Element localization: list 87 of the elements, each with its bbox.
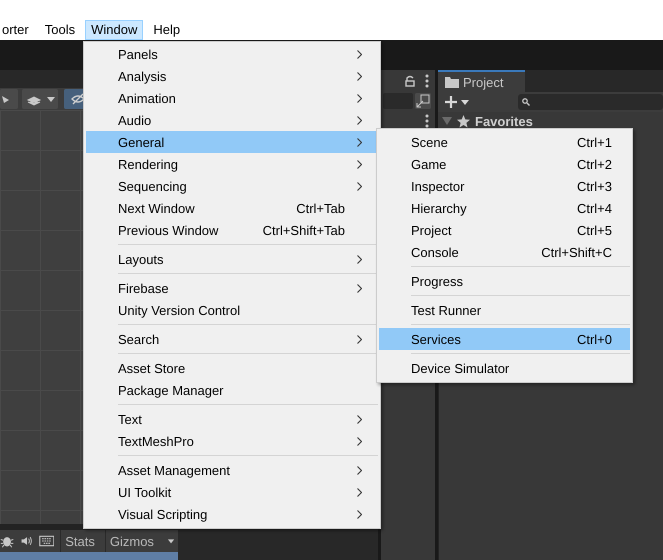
- menu-item[interactable]: Asset Management: [86, 459, 378, 481]
- menu-item-label: Test Runner: [411, 302, 482, 318]
- keyboard-icon[interactable]: [38, 534, 54, 548]
- menu-item[interactable]: Analysis: [86, 65, 378, 87]
- menu-item-label: Asset Management: [118, 462, 232, 478]
- shortcut-label: Ctrl+3: [576, 178, 612, 194]
- shortcut-label: Ctrl+4: [576, 200, 612, 216]
- menu-item[interactable]: Previous Window Ctrl+Shift+Tab: [86, 219, 378, 241]
- menu-item-label: Animation: [118, 90, 177, 106]
- menu-item[interactable]: General: [86, 131, 378, 153]
- menu-item[interactable]: Test Runner: [379, 299, 630, 321]
- menu-item[interactable]: Game Ctrl+2: [379, 153, 630, 175]
- menu-item[interactable]: TextMeshPro: [86, 430, 378, 452]
- menu-bar-item[interactable]: Tools: [38, 20, 82, 40]
- menu-item[interactable]: Rendering: [86, 153, 378, 175]
- layers-icon[interactable]: [22, 89, 58, 109]
- lock-icon[interactable]: [405, 75, 415, 87]
- menu-item[interactable]: Visual Scripting: [86, 503, 378, 525]
- maximize-icon[interactable]: [415, 93, 431, 109]
- menu-item-label: Next Window: [118, 200, 196, 216]
- menu-item-label: Firebase: [118, 280, 170, 296]
- menu-item-label: Scene: [411, 134, 449, 150]
- menu-item-label: Audio: [118, 112, 152, 128]
- menu-item-label: Layouts: [118, 252, 165, 266]
- menu-item-label: Inspector: [411, 178, 466, 194]
- menu-item[interactable]: Sequencing: [86, 175, 378, 197]
- menu-item[interactable]: Search: [86, 328, 378, 350]
- menu-item-label: Panels: [118, 46, 159, 62]
- search-field[interactable]: [518, 94, 663, 110]
- section-title: Favorites: [475, 114, 533, 128]
- menu-bar-item[interactable]: Window: [85, 20, 144, 40]
- menu-item-label: Visual Scripting: [118, 506, 208, 522]
- tab-label: Project: [463, 74, 504, 90]
- menu-item[interactable]: Project Ctrl+5: [379, 219, 630, 241]
- menu-item-label: Sequencing: [118, 178, 188, 194]
- tool-icon[interactable]: [0, 89, 18, 109]
- more-icon[interactable]: [425, 74, 429, 88]
- more-icon[interactable]: [425, 114, 429, 128]
- menu-item-label: Progress: [411, 274, 464, 288]
- menu-item[interactable]: Animation: [86, 87, 378, 109]
- menu-item[interactable]: Scene Ctrl+1: [379, 131, 630, 153]
- menu-item[interactable]: Audio: [86, 109, 378, 131]
- menu-item-label: Device Simulator: [411, 360, 510, 376]
- shortcut-label: Ctrl+1: [576, 134, 612, 150]
- menu-item-label: Project: [411, 222, 452, 238]
- menu-item[interactable]: Unity Version Control: [86, 299, 378, 321]
- shortcut-label: Ctrl+5: [576, 222, 612, 238]
- add-icon[interactable]: [444, 95, 470, 109]
- shortcut-label: Ctrl+Shift+C: [541, 244, 612, 260]
- menu-item-label: Unity Version Control: [118, 302, 242, 318]
- project-tab[interactable]: Project: [438, 70, 525, 92]
- menu-item[interactable]: Services Ctrl+0: [379, 328, 630, 350]
- menu-item[interactable]: Inspector Ctrl+3: [379, 175, 630, 197]
- menu-item-label: Console: [411, 244, 460, 260]
- menu-item-label: Rendering: [118, 156, 179, 172]
- menu-item-label: Game: [411, 156, 448, 172]
- menu-item[interactable]: Firebase: [86, 277, 378, 299]
- menu-item-label: General: [118, 134, 166, 150]
- folder-icon: [445, 76, 459, 88]
- menu-item-label: Text: [118, 412, 143, 426]
- menu-item-label: Analysis: [118, 68, 168, 84]
- menu-item[interactable]: Hierarchy Ctrl+4: [379, 197, 630, 219]
- menu-item[interactable]: Asset Store: [86, 357, 378, 379]
- menu-item[interactable]: UI Toolkit: [86, 481, 378, 503]
- menu-item-label: Services: [411, 332, 462, 346]
- menu-item-label: Hierarchy: [411, 200, 468, 216]
- menu-item-label: Package Manager: [118, 382, 225, 398]
- menu-item-label: Previous Window: [118, 222, 220, 238]
- menu-item[interactable]: Text: [86, 408, 378, 430]
- search-icon: [522, 98, 530, 106]
- shortcut-label: Ctrl+0: [576, 332, 612, 346]
- shortcut-label: Ctrl+Tab: [296, 200, 345, 216]
- menu-bar-item[interactable]: Help: [147, 20, 186, 40]
- menu-item[interactable]: Device Simulator: [379, 357, 630, 379]
- menu-item-label: Search: [118, 332, 160, 346]
- menu-item-label: Asset Store: [118, 360, 186, 376]
- menu-item[interactable]: Panels: [86, 43, 378, 65]
- menu-bar-item[interactable]: orter: [0, 20, 35, 40]
- menu-item[interactable]: Package Manager: [86, 379, 378, 401]
- menu-item-label: TextMeshPro: [118, 434, 195, 448]
- menu-item-label: UI Toolkit: [118, 484, 172, 500]
- menu-item[interactable]: Next Window Ctrl+Tab: [86, 197, 378, 219]
- shortcut-label: Ctrl+2: [576, 156, 612, 172]
- menu-item[interactable]: Layouts: [86, 248, 378, 270]
- menu-item[interactable]: Progress: [379, 270, 630, 292]
- menu-item[interactable]: Console Ctrl+Shift+C: [379, 241, 630, 263]
- shortcut-label: Ctrl+Shift+Tab: [262, 222, 345, 238]
